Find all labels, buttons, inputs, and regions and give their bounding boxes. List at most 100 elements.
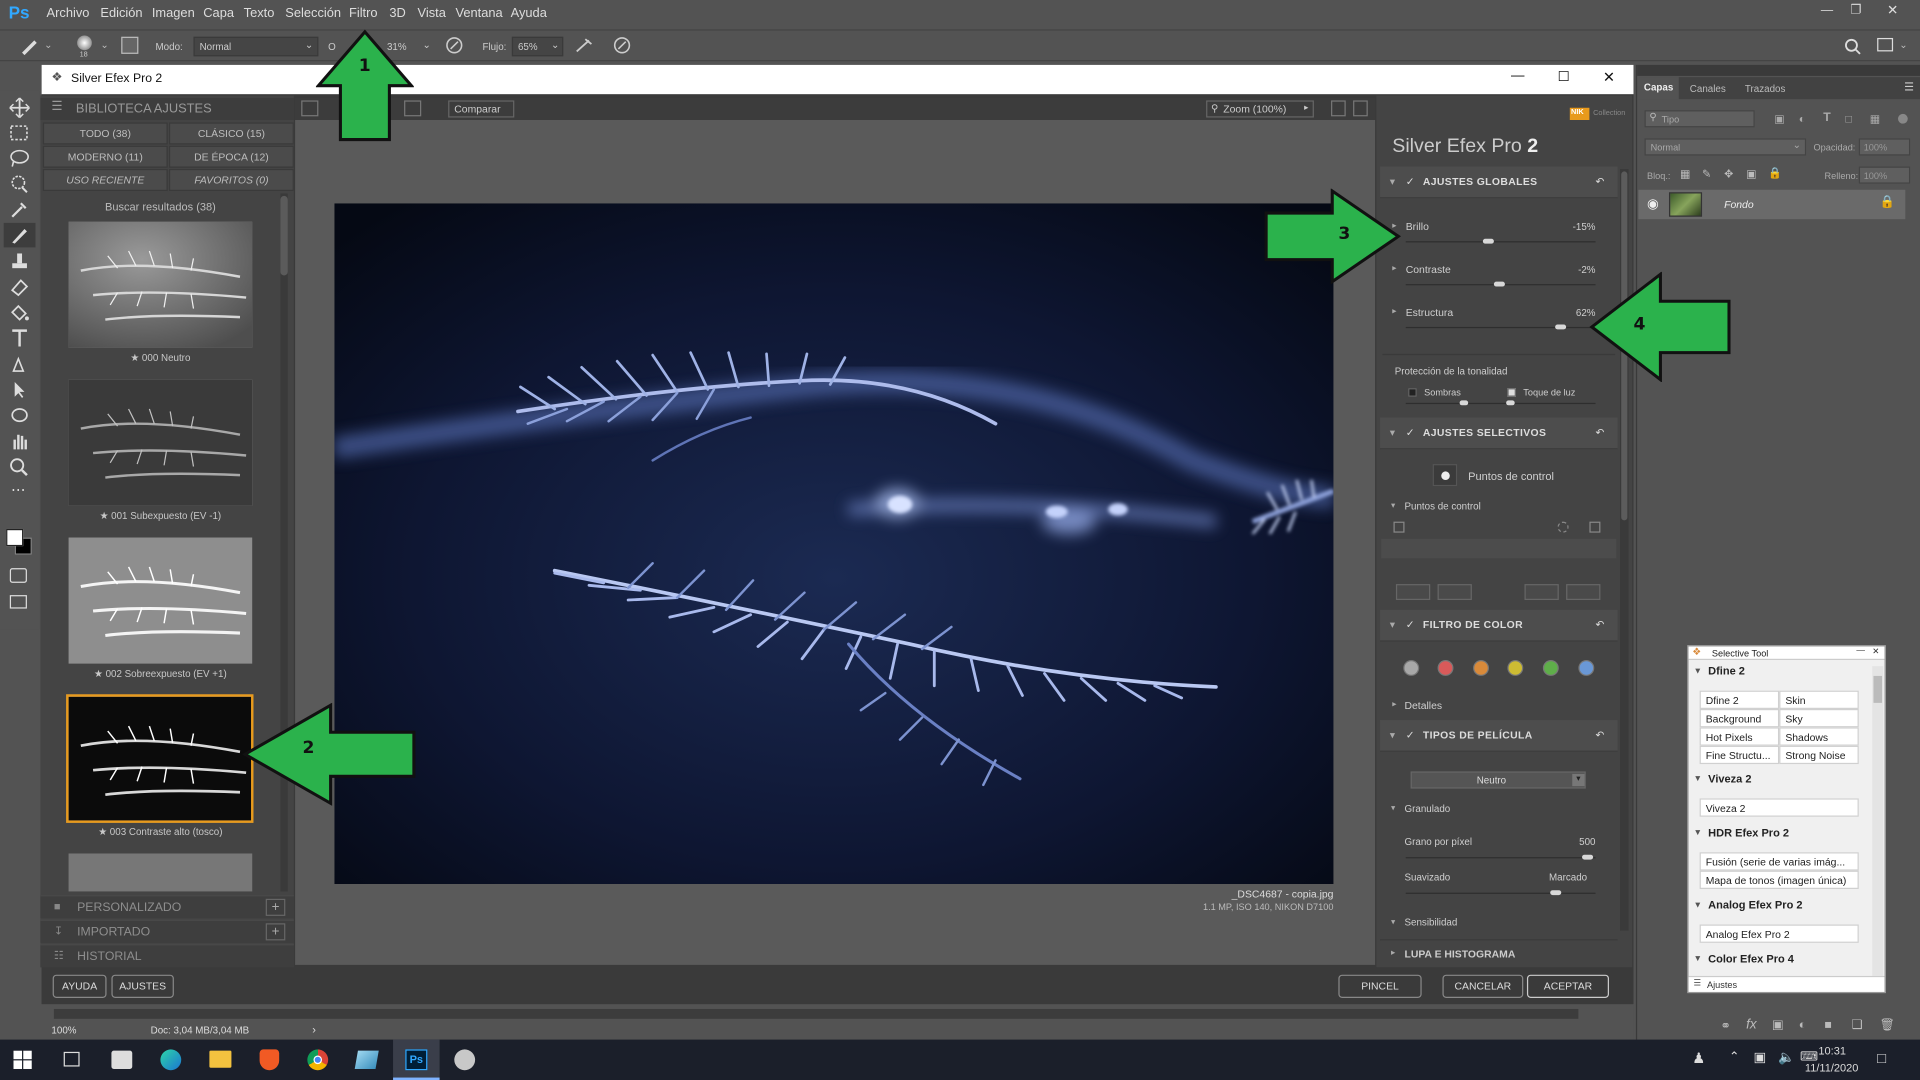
- group-header[interactable]: Dfine 2: [1708, 665, 1745, 677]
- plugin-button[interactable]: Background: [1699, 708, 1780, 728]
- filter-shape-icon[interactable]: □: [1845, 113, 1852, 125]
- plugin-button[interactable]: Analog Efex Pro 2: [1699, 924, 1859, 943]
- search-icon[interactable]: [1844, 38, 1861, 55]
- lock-paint-icon[interactable]: ✎: [1702, 168, 1711, 181]
- chevron-right-icon[interactable]: ›: [312, 1024, 316, 1036]
- menu-imagen[interactable]: Imagen: [152, 6, 195, 21]
- workspace-icon[interactable]: [1877, 37, 1894, 52]
- flow-value-box[interactable]: 65% ⌄: [511, 36, 564, 57]
- plugin-button[interactable]: Mapa de tonos (imagen única): [1699, 870, 1859, 889]
- highlights-checkbox[interactable]: [1507, 388, 1516, 397]
- fill-input[interactable]: 100%: [1858, 166, 1911, 184]
- filter-adjust-icon[interactable]: ◐: [1799, 113, 1806, 125]
- quick-mask-icon[interactable]: [9, 568, 27, 583]
- tab-trazados[interactable]: Trazados: [1745, 83, 1785, 94]
- plugin-button[interactable]: Hot Pixels: [1699, 727, 1780, 746]
- color-filter-orange[interactable]: [1473, 660, 1489, 676]
- tab-uso-reciente[interactable]: USO RECIENTE: [42, 168, 168, 192]
- tab-clasico[interactable]: CLÁSICO (15): [168, 122, 294, 145]
- move-tool-icon[interactable]: [7, 97, 31, 119]
- reset-icon[interactable]: ↶: [1596, 175, 1605, 188]
- marquee-tool-icon[interactable]: [7, 122, 31, 144]
- new-layer-icon[interactable]: ❏: [1851, 1019, 1862, 1032]
- shadows-checkbox[interactable]: [1408, 388, 1417, 397]
- network-icon[interactable]: ▣: [1753, 1049, 1766, 1066]
- section-color-filter[interactable]: ▾ ✓ FILTRO DE COLOR ↶: [1380, 609, 1618, 642]
- tab-canales[interactable]: Canales: [1690, 83, 1726, 94]
- people-icon[interactable]: ♟: [1692, 1049, 1705, 1066]
- path-select-tool-icon[interactable]: [7, 378, 31, 400]
- layer-row[interactable]: ◉ Fondo 🔒: [1638, 189, 1906, 220]
- add-icon[interactable]: +: [265, 898, 286, 916]
- point-tool-button[interactable]: [1524, 584, 1559, 601]
- photoshop-taskbar-icon[interactable]: Ps: [405, 1049, 428, 1071]
- background-toggle-icon[interactable]: [1331, 100, 1346, 117]
- filter-toggle[interactable]: [1897, 113, 1908, 124]
- status-zoom[interactable]: 100%: [51, 1025, 76, 1036]
- edge-icon[interactable]: [160, 1049, 182, 1071]
- ellipse-tool-icon[interactable]: [7, 404, 31, 426]
- slider-track[interactable]: [1405, 241, 1596, 243]
- filter-type-icon[interactable]: T: [1823, 111, 1830, 124]
- color-filter-green[interactable]: [1542, 660, 1559, 676]
- lock-pixels-icon[interactable]: ▦: [1680, 168, 1690, 181]
- screen-mode-icon[interactable]: [9, 595, 27, 609]
- filter-image-icon[interactable]: ▣: [1774, 113, 1784, 126]
- compare-button[interactable]: Comparar: [448, 100, 515, 118]
- dialog-close-icon[interactable]: ✕: [1603, 69, 1615, 86]
- clock-date[interactable]: 11/11/2020: [1805, 1062, 1859, 1074]
- point-tool-button[interactable]: [1566, 584, 1601, 601]
- checkbox-icon[interactable]: ✓: [1406, 729, 1415, 742]
- checkbox-icon[interactable]: ✓: [1406, 175, 1415, 188]
- filter-smart-icon[interactable]: ▦: [1870, 113, 1880, 126]
- plugin-button[interactable]: Dfine 2: [1699, 690, 1780, 709]
- section-loupe-histogram[interactable]: ▸ LUPA E HISTOGRAMA: [1380, 939, 1618, 967]
- windows-start-icon[interactable]: [13, 1050, 32, 1069]
- plugin-button[interactable]: Fine Structu...: [1699, 745, 1780, 765]
- color-filter-yellow[interactable]: [1507, 660, 1524, 676]
- pen-tool-icon[interactable]: [7, 353, 31, 375]
- chrome-icon[interactable]: [307, 1049, 329, 1071]
- slider-track[interactable]: [1405, 326, 1596, 329]
- paint-app-icon[interactable]: [454, 1049, 476, 1071]
- checkbox-icon[interactable]: ✓: [1406, 426, 1415, 439]
- brave-icon[interactable]: [259, 1049, 280, 1071]
- group-header[interactable]: Analog Efex Pro 2: [1708, 899, 1802, 911]
- library-section-personalizado[interactable]: PERSONALIZADO ■ +: [40, 895, 294, 919]
- chevron-up-icon[interactable]: ⌃: [1729, 1051, 1739, 1064]
- reset-icon[interactable]: ↶: [1596, 618, 1605, 631]
- checkbox-icon[interactable]: ✓: [1406, 618, 1415, 631]
- slider-knob[interactable]: [1554, 324, 1566, 330]
- lasso-tool-icon[interactable]: [7, 147, 31, 169]
- plugin-button[interactable]: Sky: [1779, 708, 1859, 728]
- library-section-historial[interactable]: HISTORIAL ☷: [40, 944, 294, 968]
- reset-icon[interactable]: ↶: [1596, 729, 1605, 742]
- menu-vista[interactable]: Vista: [418, 6, 446, 21]
- restore-icon[interactable]: ❐: [1850, 4, 1861, 17]
- library-section-importado[interactable]: IMPORTADO ↧ +: [40, 919, 294, 943]
- menu-archivo[interactable]: Archivo: [47, 6, 90, 21]
- chevron-down-icon[interactable]: ⌄: [422, 39, 430, 50]
- group-header[interactable]: HDR Efex Pro 2: [1708, 827, 1789, 839]
- film-preset-select[interactable]: Neutro ▾: [1410, 771, 1586, 789]
- preset-thumbnail[interactable]: [68, 221, 253, 348]
- blend-mode-select[interactable]: Normal ⌄: [1644, 138, 1807, 156]
- app-icon[interactable]: [354, 1050, 379, 1069]
- tab-moderno[interactable]: MODERNO (11): [42, 145, 168, 168]
- opacity-input[interactable]: 100%: [1858, 138, 1911, 156]
- section-global-adjustments[interactable]: ▾ ✓ AJUSTES GLOBALES ↶: [1380, 166, 1618, 199]
- group-header[interactable]: Color Efex Pro 4: [1708, 953, 1794, 965]
- preset-thumbnail[interactable]: [68, 379, 253, 506]
- tab-todo[interactable]: TODO (38): [42, 122, 168, 145]
- adjustment-layer-icon[interactable]: ◐: [1799, 1019, 1806, 1032]
- dialog-minimize-icon[interactable]: —: [1511, 69, 1524, 84]
- menu-edicion[interactable]: Edición: [100, 6, 142, 21]
- lock-artboard-icon[interactable]: ▣: [1746, 168, 1756, 181]
- task-view-icon[interactable]: [63, 1051, 80, 1067]
- group-folder-icon[interactable]: ■: [1825, 1019, 1832, 1032]
- menu-3d[interactable]: 3D: [389, 6, 405, 21]
- quick-select-tool-icon[interactable]: [7, 173, 31, 195]
- tab-capas[interactable]: Capas: [1638, 77, 1679, 100]
- preset-thumbnail-selected[interactable]: [66, 694, 254, 823]
- reset-icon[interactable]: ↶: [1596, 426, 1605, 439]
